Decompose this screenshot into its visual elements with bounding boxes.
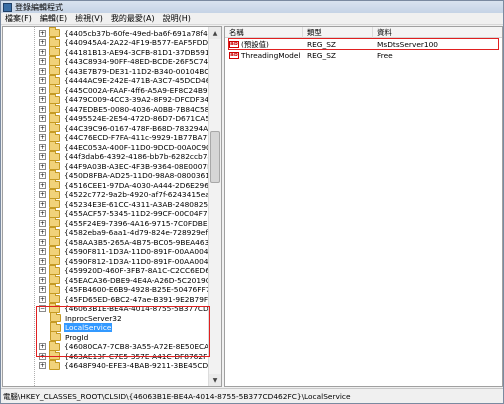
values-list-pane[interactable]: 名稱 類型 資料 ab (預設值) REG_SZ MsDtsServer100 … [224,26,503,387]
column-header-type[interactable]: 類型 [303,27,373,38]
expand-icon[interactable]: + [39,124,46,132]
expand-icon[interactable]: + [39,219,46,227]
column-header-name[interactable]: 名稱 [225,27,303,38]
status-path: 電腦\HKEY_CLASSES_ROOT\CLSID\{46063B1E-BE4… [3,391,351,401]
scroll-thumb[interactable] [210,131,220,183]
annotation-highlight-box [228,38,499,50]
expand-icon[interactable]: + [39,229,46,236]
value-name: ThreadingModel [241,51,301,60]
expand-icon[interactable]: + [39,115,46,122]
expand-icon[interactable]: + [39,86,46,94]
expand-icon[interactable]: + [39,134,46,141]
string-value-icon: ab [229,52,239,59]
expand-icon[interactable]: + [39,276,46,284]
key-tree-pane[interactable]: +{4405cb37b-60fe-49ed-ba6f-691a78f46aaf}… [2,26,222,387]
expand-icon[interactable]: + [39,181,46,189]
value-type: REG_SZ [307,51,336,60]
expand-icon[interactable]: + [39,238,46,246]
value-row[interactable]: ab ThreadingModel REG_SZ Free [225,50,502,61]
expand-icon[interactable]: + [39,172,46,179]
folder-icon [49,359,60,370]
window-title: 登錄編輯程式 [15,2,63,12]
expand-icon[interactable]: + [39,210,46,217]
scroll-up-icon[interactable]: ▲ [209,27,221,39]
expand-icon[interactable]: + [39,257,46,265]
tree-guide-line [34,27,35,386]
scroll-down-icon[interactable]: ▼ [209,374,221,386]
expand-icon[interactable]: + [39,48,46,56]
expand-icon[interactable]: + [39,39,46,46]
expand-icon[interactable]: + [39,105,46,113]
menu-file[interactable]: 檔案(F) [1,13,36,24]
tree-item[interactable]: + {4648F940-EFE3-4BAB-9211-3BE45CD5029D} [39,359,209,372]
annotation-highlight-box [36,306,210,357]
expand-icon[interactable]: + [39,29,46,37]
menu-help[interactable]: 說明(H) [159,13,195,24]
column-header-data[interactable]: 資料 [373,27,502,38]
regedit-app-icon [3,2,12,12]
expand-icon[interactable]: + [39,96,46,103]
title-bar: 登錄編輯程式 [1,1,503,13]
tree-item-label: {4648F940-EFE3-4BAB-9211-3BE45CD5029D} [64,361,209,370]
menu-view[interactable]: 檢視(V) [71,13,107,24]
expand-icon[interactable]: + [39,58,46,65]
expand-icon[interactable]: + [39,67,46,75]
expand-icon[interactable]: + [39,248,46,255]
menu-edit[interactable]: 編輯(E) [36,13,71,24]
menu-bar: 檔案(F) 編輯(E) 檢視(V) 我的最愛(A) 說明(H) [1,13,503,25]
expand-icon[interactable]: + [39,153,46,160]
expand-icon[interactable]: + [39,286,46,293]
expand-icon[interactable]: + [39,295,46,303]
expand-icon[interactable]: + [39,362,46,369]
expand-icon[interactable]: + [39,162,46,170]
expand-icon[interactable]: + [39,77,46,84]
registry-editor-window: 登錄編輯程式 檔案(F) 編輯(E) 檢視(V) 我的最愛(A) 說明(H) +… [0,0,504,404]
expand-icon[interactable]: + [39,191,46,198]
expand-icon[interactable]: + [39,267,46,274]
list-header: 名稱 類型 資料 [225,27,502,38]
status-bar: 電腦\HKEY_CLASSES_ROOT\CLSID\{46063B1E-BE4… [1,388,503,403]
value-data: Free [377,51,393,60]
expand-icon[interactable]: + [39,143,46,151]
expand-icon[interactable]: + [39,200,46,208]
menu-favorites[interactable]: 我的最愛(A) [107,13,159,24]
